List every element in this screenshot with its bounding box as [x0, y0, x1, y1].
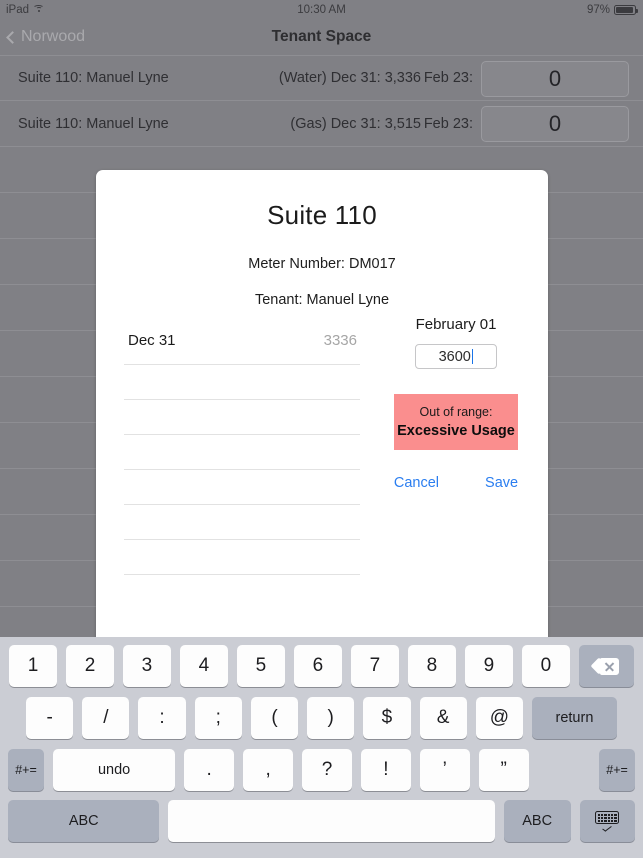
keyboard-row-bottom: ABC ABC: [0, 796, 643, 846]
navigation-bar: Norwood Tenant Space: [0, 19, 643, 55]
reading-row: [124, 365, 360, 400]
key-minus[interactable]: -: [26, 697, 74, 739]
on-screen-keyboard[interactable]: 1234567890 - /:;() $ & @ return #+= undo.,?!’”…: [0, 637, 643, 858]
reading-input[interactable]: 3600: [415, 344, 497, 369]
reading-row: [124, 470, 360, 505]
entry-column: February 01 3600 Out of range: Excessive…: [386, 316, 526, 491]
reading-row: [124, 540, 360, 575]
row-date: Feb 23:: [423, 115, 473, 132]
save-button[interactable]: Save: [485, 475, 518, 491]
keyboard-row-symbols: - /:;() $ & @ return: [0, 692, 643, 744]
keyboard-row-numbers: 1234567890: [0, 640, 643, 692]
reading-row: [124, 505, 360, 540]
row-value-input[interactable]: 0: [481, 106, 629, 142]
status-bar: iPad 10:30 AM 97%: [0, 0, 643, 19]
key-space[interactable]: [168, 800, 495, 842]
battery-icon: [614, 4, 638, 15]
error-line-1: Out of range:: [419, 405, 493, 419]
dialog-body: Dec 31 3336 February 01 3600 Out of range…: [96, 316, 548, 650]
key-8[interactable]: 8: [407, 645, 456, 687]
meter-number-label: Meter Number: DM017: [248, 256, 396, 272]
dialog-actions: Cancel Save: [386, 475, 526, 491]
reading-date: Dec 31: [128, 332, 176, 349]
entry-date-label: February 01: [415, 316, 497, 333]
key-symbols-right[interactable]: #+=: [599, 749, 635, 791]
row-tenant: Suite 110: Manuel Lyne: [18, 70, 169, 86]
text-caret: [471, 349, 474, 364]
key-return[interactable]: return: [531, 697, 617, 739]
previous-readings-list: Dec 31 3336: [124, 330, 360, 575]
key-3[interactable]: 3: [122, 645, 171, 687]
row-tenant: Suite 110: Manuel Lyne: [18, 115, 169, 132]
reading-value: 3336: [323, 332, 357, 349]
key-symbols-left[interactable]: #+=: [8, 749, 44, 791]
status-bar-right: 97%: [586, 3, 638, 16]
validation-error-banner: Out of range: Excessive Usage: [394, 394, 518, 450]
key-1[interactable]: 1: [9, 645, 57, 687]
key-7[interactable]: 7: [350, 645, 399, 687]
battery-percent: 97%: [586, 3, 610, 16]
key-colon[interactable]: :: [138, 697, 186, 739]
meter-reading-dialog: Suite 110 Meter Number: DM017 Tenant: Ma…: [96, 170, 548, 650]
key-apostrophe[interactable]: ’: [419, 749, 470, 791]
key-6[interactable]: 6: [293, 645, 342, 687]
key-period[interactable]: .: [184, 749, 235, 791]
error-line-2: Excessive Usage: [397, 423, 515, 439]
key-4[interactable]: 4: [179, 645, 228, 687]
hide-keyboard-icon[interactable]: [579, 800, 635, 842]
key-9[interactable]: 9: [464, 645, 513, 687]
keyboard-row-punctuation: #+= undo.,?!’” #+=: [0, 744, 643, 796]
key-semicolon[interactable]: ;: [194, 697, 242, 739]
tenant-label: Tenant: Manuel Lyne: [254, 292, 390, 308]
key-quote[interactable]: ”: [478, 749, 529, 791]
key-dollar[interactable]: $: [363, 697, 411, 739]
ipad-screen: iPad 10:30 AM 97% Norwood Tenant Space S…: [0, 0, 643, 858]
key-exclamation[interactable]: !: [360, 749, 411, 791]
key-5[interactable]: 5: [236, 645, 285, 687]
key-at[interactable]: @: [475, 697, 523, 739]
key-undo[interactable]: undo: [52, 749, 176, 791]
key-paren-open[interactable]: (: [250, 697, 299, 739]
row-date: Feb 23:: [423, 70, 473, 86]
key-2[interactable]: 2: [65, 645, 114, 687]
table-row[interactable]: Suite 110: Manuel Lyne (Gas) Dec 31: 3,51…: [0, 101, 643, 147]
page-title: Tenant Space: [271, 28, 372, 45]
reading-input-value: 3600: [438, 348, 471, 365]
row-reading: (Water) Dec 31: 3,336: [278, 70, 421, 86]
key-slash[interactable]: /: [82, 697, 130, 739]
key-abc-right[interactable]: ABC: [503, 800, 571, 842]
key-0[interactable]: 0: [521, 645, 570, 687]
cancel-button[interactable]: Cancel: [394, 475, 439, 491]
dialog-title: Suite 110: [267, 200, 377, 230]
table-row[interactable]: Suite 110: Manuel Lyne (Water) Dec 31: 3,…: [0, 55, 643, 101]
status-bar-time: 10:30 AM: [297, 3, 346, 16]
row-value-input[interactable]: 0: [481, 61, 629, 97]
row-reading: (Gas) Dec 31: 3,515: [290, 115, 421, 132]
key-ampersand[interactable]: &: [419, 697, 467, 739]
key-comma[interactable]: ,: [243, 749, 294, 791]
reading-row: [124, 400, 360, 435]
backspace-icon[interactable]: [578, 645, 635, 687]
key-abc-left[interactable]: ABC: [8, 800, 160, 842]
key-question[interactable]: ?: [302, 749, 352, 791]
reading-row: Dec 31 3336: [124, 330, 360, 365]
key-paren-close[interactable]: ): [307, 697, 355, 739]
reading-row: [124, 435, 360, 470]
